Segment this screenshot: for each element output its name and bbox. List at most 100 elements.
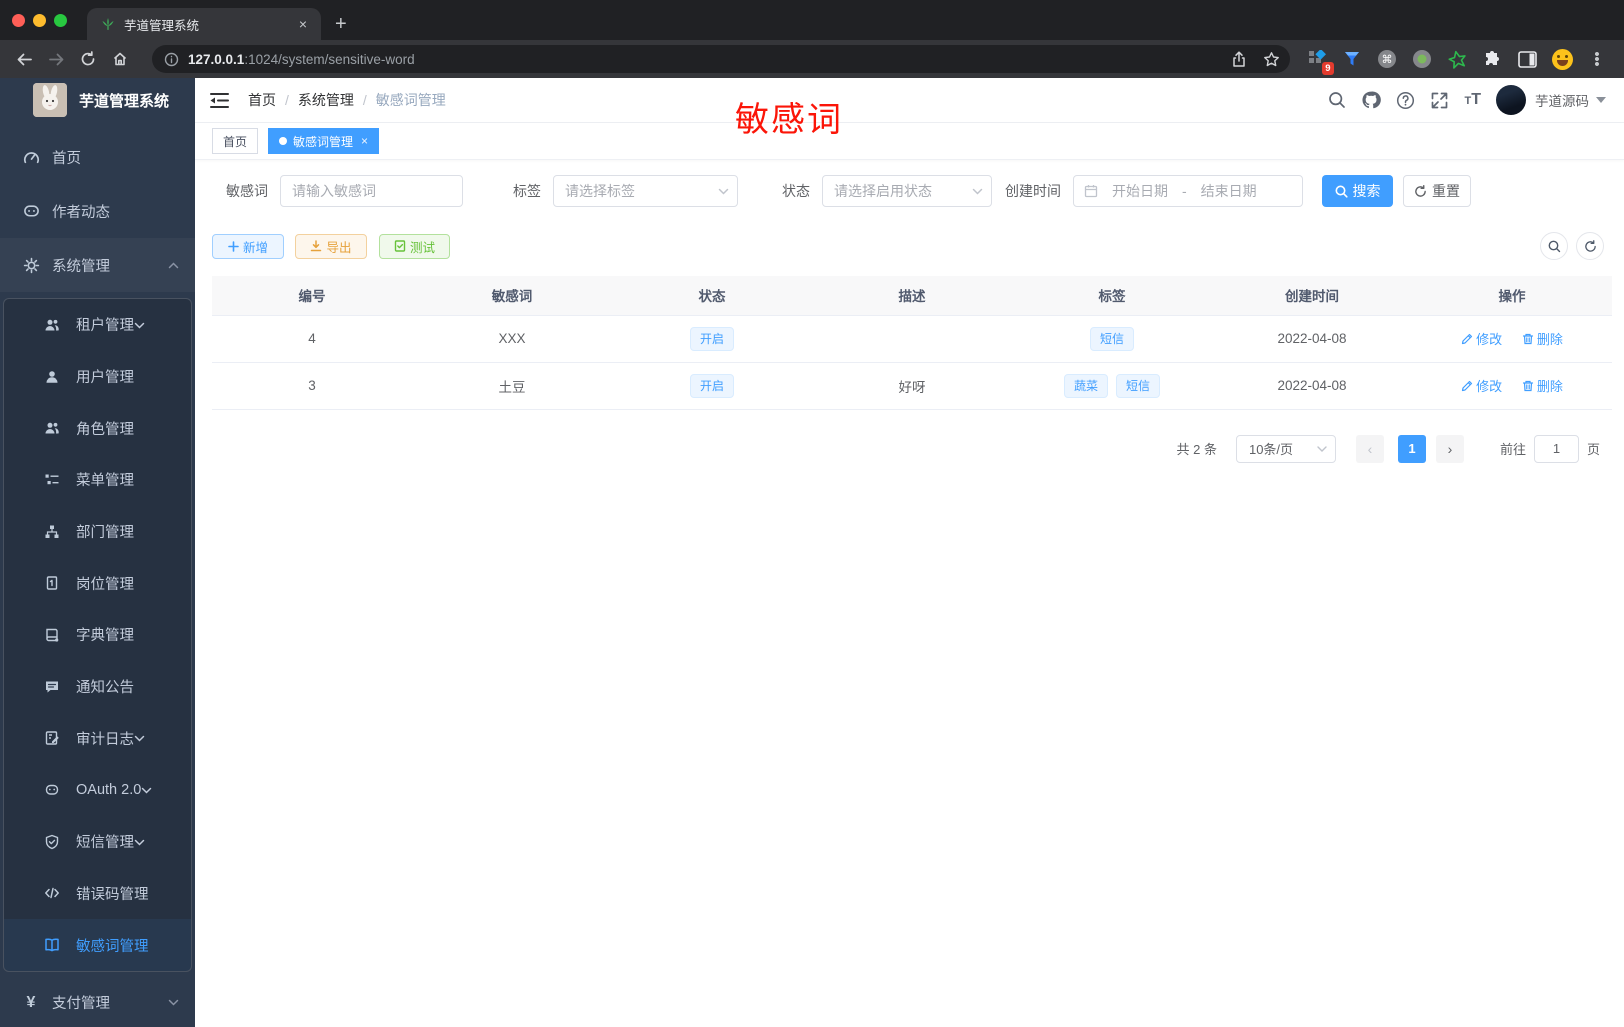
breadcrumb-home[interactable]: 首页 [248, 90, 276, 110]
extension-funnel-icon[interactable] [1341, 48, 1363, 70]
col-id: 编号 [212, 276, 412, 316]
test-button[interactable]: 测试 [379, 233, 450, 259]
user-icon [44, 369, 60, 385]
sidebar-item-audit-log[interactable]: 审计日志 [4, 713, 191, 765]
search-icon[interactable] [1328, 91, 1346, 109]
sidebar-item-pay[interactable]: ¥ 支付管理 [0, 976, 195, 1027]
dashboard-icon [22, 149, 40, 166]
toggle-search-button[interactable] [1540, 232, 1568, 260]
add-button[interactable]: 新增 [212, 233, 284, 259]
macos-zoom-button[interactable] [54, 13, 67, 27]
sidebar-item-user[interactable]: 用户管理 [4, 351, 191, 403]
search-button[interactable]: 搜索 [1322, 175, 1393, 207]
sidebar-item-sensitive-word[interactable]: 敏感词管理 [4, 919, 191, 971]
browser-menu-kebab-icon[interactable]: • • • [1586, 47, 1608, 72]
shield-check-icon [44, 834, 60, 850]
sidebar-item-error-code[interactable]: 错误码管理 [4, 868, 191, 920]
sidebar-item-dict[interactable]: 字典管理 [4, 609, 191, 661]
tab-sensitive-word[interactable]: 敏感词管理 × [268, 128, 380, 154]
profile-avatar-emoji-icon[interactable] [1551, 48, 1573, 70]
url-bar[interactable]: 127.0.0.1:1024/system/sensitive-word [152, 45, 1290, 73]
tab-close-icon[interactable]: × [361, 134, 368, 148]
status-badge[interactable]: 开启 [689, 373, 734, 398]
page-size-select[interactable]: 10条/页 [1235, 434, 1336, 463]
bookmark-star-icon[interactable] [1263, 51, 1280, 68]
tab-home[interactable]: 首页 [212, 128, 259, 154]
table-row: 3 土豆 开启 好呀 蔬菜 短信 2022-04-08 修改 删除 [212, 362, 1612, 410]
share-icon[interactable] [1231, 50, 1247, 68]
edit-pen-icon [1461, 333, 1473, 344]
username-label[interactable]: 芋道源码 [1535, 90, 1589, 110]
site-favicon-leaf-icon [101, 17, 115, 31]
breadcrumb-system[interactable]: 系统管理 [298, 90, 354, 110]
sidebar-item-author-news[interactable]: 作者动态 [0, 184, 195, 238]
help-icon[interactable] [1396, 91, 1415, 110]
current-page-button[interactable]: 1 [1397, 434, 1426, 463]
sidebar-item-system[interactable]: 系统管理 [0, 238, 195, 292]
keyword-input[interactable] [281, 183, 462, 199]
chevron-down-icon [141, 782, 152, 798]
date-range-picker[interactable]: 开始日期 - 结束日期 [1073, 175, 1303, 207]
status-label: 状态 [782, 183, 810, 199]
sidebar-item-dept[interactable]: 部门管理 [4, 506, 191, 558]
col-created: 创建时间 [1212, 276, 1412, 316]
sidebar-collapse-icon[interactable] [210, 92, 230, 109]
browser-home-icon[interactable] [106, 45, 134, 73]
user-menu-caret-icon[interactable] [1596, 97, 1606, 103]
sidebar-item-notice[interactable]: 通知公告 [4, 661, 191, 713]
calendar-icon [1084, 185, 1098, 198]
date-start-placeholder[interactable]: 开始日期 [1112, 181, 1168, 201]
chat-face-icon [22, 203, 40, 220]
date-end-placeholder[interactable]: 结束日期 [1201, 181, 1257, 201]
edit-link[interactable]: 修改 [1461, 329, 1502, 348]
sidebar-item-oauth[interactable]: OAuth 2.0 [4, 764, 191, 816]
prev-page-button[interactable]: ‹ [1355, 434, 1384, 463]
col-actions: 操作 [1412, 276, 1612, 316]
page-unit-label: 页 [1586, 442, 1600, 457]
refresh-icon [1415, 184, 1426, 197]
col-tags: 标签 [1012, 276, 1212, 316]
sidebar-item-sms[interactable]: 短信管理 [4, 816, 191, 868]
status-select[interactable]: 请选择启用状态 [822, 175, 992, 207]
sidebar-item-menu[interactable]: 菜单管理 [4, 454, 191, 506]
refresh-table-button[interactable] [1576, 232, 1604, 260]
extension-command-icon[interactable]: ⌘ [1376, 48, 1398, 70]
trash-icon [1522, 333, 1533, 344]
user-avatar[interactable] [1496, 85, 1526, 115]
edit-link[interactable]: 修改 [1461, 376, 1502, 395]
browser-tab[interactable]: 芋道管理系统 × [87, 8, 321, 40]
sidebar-item-home[interactable]: 首页 [0, 130, 195, 184]
extension-green-star-icon[interactable] [1446, 48, 1468, 70]
font-size-icon[interactable]: TT [1464, 91, 1481, 109]
extension-green-dot-icon[interactable] [1411, 48, 1433, 70]
extension-tampermonkey-icon[interactable]: 9 [1306, 48, 1334, 75]
goto-page-input[interactable] [1533, 434, 1579, 463]
sidebar-item-post[interactable]: 岗位管理 [4, 557, 191, 609]
col-description: 描述 [812, 276, 1012, 316]
reset-button[interactable]: 重置 [1403, 175, 1471, 207]
tag-select[interactable]: 请选择标签 [553, 175, 738, 207]
export-button[interactable]: 导出 [295, 233, 367, 259]
next-page-button[interactable]: › [1435, 434, 1464, 463]
side-panel-icon[interactable] [1516, 48, 1538, 70]
macos-minimize-button[interactable] [33, 13, 46, 27]
sidebar-item-role[interactable]: 角色管理 [4, 402, 191, 454]
browser-back-icon[interactable] [10, 45, 38, 73]
browser-chrome: 芋道管理系统 × + 127.0.0.1:1024/system/sensiti… [0, 0, 1624, 78]
github-icon[interactable] [1361, 90, 1382, 110]
app-logo-row[interactable]: 芋道管理系统 [0, 78, 195, 122]
browser-forward-icon[interactable] [42, 45, 70, 73]
status-badge[interactable]: 开启 [689, 326, 734, 351]
delete-link[interactable]: 删除 [1522, 329, 1563, 348]
site-info-icon[interactable] [164, 52, 179, 67]
new-tab-button[interactable]: + [335, 14, 347, 34]
tab-close-icon[interactable]: × [295, 16, 311, 32]
extensions-puzzle-icon[interactable] [1481, 48, 1503, 70]
tag-badge: 短信 [1089, 326, 1134, 351]
sidebar-item-tenant[interactable]: 租户管理 [4, 299, 191, 351]
delete-link[interactable]: 删除 [1522, 376, 1563, 395]
browser-reload-icon[interactable] [74, 45, 102, 73]
total-count: 共 2 条 [1176, 442, 1217, 457]
macos-close-button[interactable] [12, 13, 25, 27]
fullscreen-icon[interactable] [1430, 91, 1449, 110]
